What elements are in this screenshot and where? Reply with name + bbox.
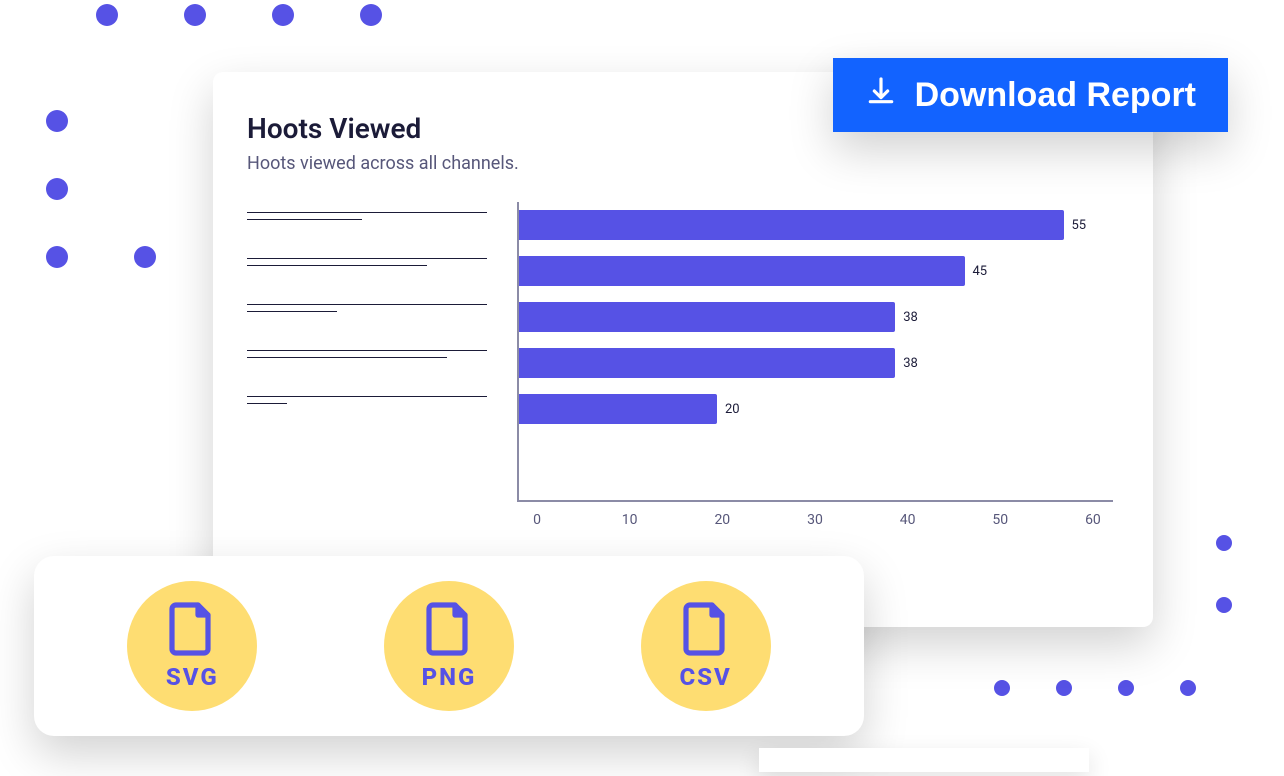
x-tick: 60 — [1073, 512, 1113, 528]
x-tick: 50 — [980, 512, 1020, 528]
export-csv-button[interactable]: CSV — [641, 581, 771, 711]
file-icon — [425, 601, 473, 661]
bar-value: 38 — [903, 356, 918, 371]
download-report-button[interactable]: Download Report — [833, 58, 1228, 132]
export-format-label: PNG — [422, 663, 477, 691]
export-format-label: SVG — [166, 663, 219, 691]
bar — [519, 210, 1064, 240]
bar-row: 38 — [519, 340, 1113, 386]
x-tick: 20 — [702, 512, 742, 528]
bar-value: 38 — [903, 310, 918, 325]
decorative-dots-top — [96, 0, 396, 45]
chart-y-labels — [247, 202, 487, 502]
bar — [519, 256, 965, 286]
chart-subtitle: Hoots viewed across all channels. — [247, 153, 1113, 174]
bar-row: 45 — [519, 248, 1113, 294]
export-options-card: SVG PNG CSV — [34, 556, 864, 736]
x-tick: 0 — [517, 512, 557, 528]
bar-row: 38 — [519, 294, 1113, 340]
bar-value: 55 — [1072, 218, 1087, 233]
chart-plot: 55 45 38 38 20 — [517, 202, 1113, 502]
export-png-button[interactable]: PNG — [384, 581, 514, 711]
bar — [519, 302, 895, 332]
bar-value: 45 — [973, 264, 988, 279]
bar — [519, 348, 895, 378]
bottom-strip — [759, 748, 1089, 772]
chart-area: 55 45 38 38 20 — [247, 202, 1113, 502]
bar-row: 20 — [519, 386, 1113, 432]
x-tick: 30 — [795, 512, 835, 528]
chart-card: Hoots Viewed Hoots viewed across all cha… — [213, 72, 1153, 627]
bar-row: 55 — [519, 202, 1113, 248]
x-tick: 10 — [610, 512, 650, 528]
bar — [519, 394, 717, 424]
file-icon — [682, 601, 730, 661]
export-format-label: CSV — [679, 663, 731, 691]
export-svg-button[interactable]: SVG — [127, 581, 257, 711]
file-icon — [168, 601, 216, 661]
download-button-label: Download Report — [915, 76, 1196, 115]
x-tick: 40 — [888, 512, 928, 528]
download-icon — [865, 75, 897, 116]
chart-x-axis: 0 10 20 30 40 50 60 — [517, 512, 1113, 528]
bar-value: 20 — [725, 402, 740, 417]
